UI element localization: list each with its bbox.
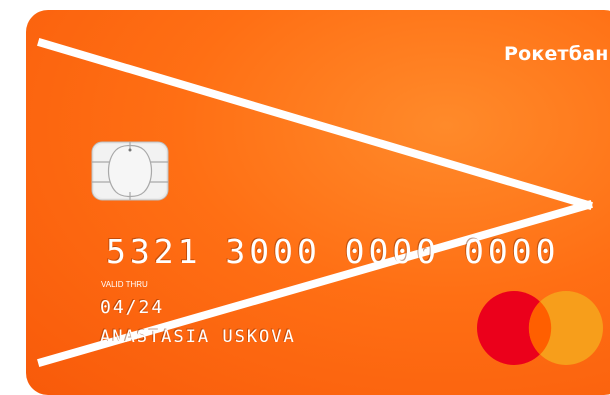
bank-logo-text: Рокетбанк: [504, 43, 610, 65]
valid-thru-label: VALID THRU: [101, 280, 148, 289]
cardholder-name: ANASTASIA USKOVA: [100, 327, 296, 347]
card-number: 5321 3000 0000 0000: [106, 232, 560, 271]
bank-card: Рокетбанк 5321 3000 0000 0000 VALID THRU…: [26, 10, 610, 395]
expiry-date: 04/24: [100, 297, 165, 318]
mastercard-logo-icon: [477, 291, 603, 365]
emv-chip-icon: [91, 141, 169, 201]
